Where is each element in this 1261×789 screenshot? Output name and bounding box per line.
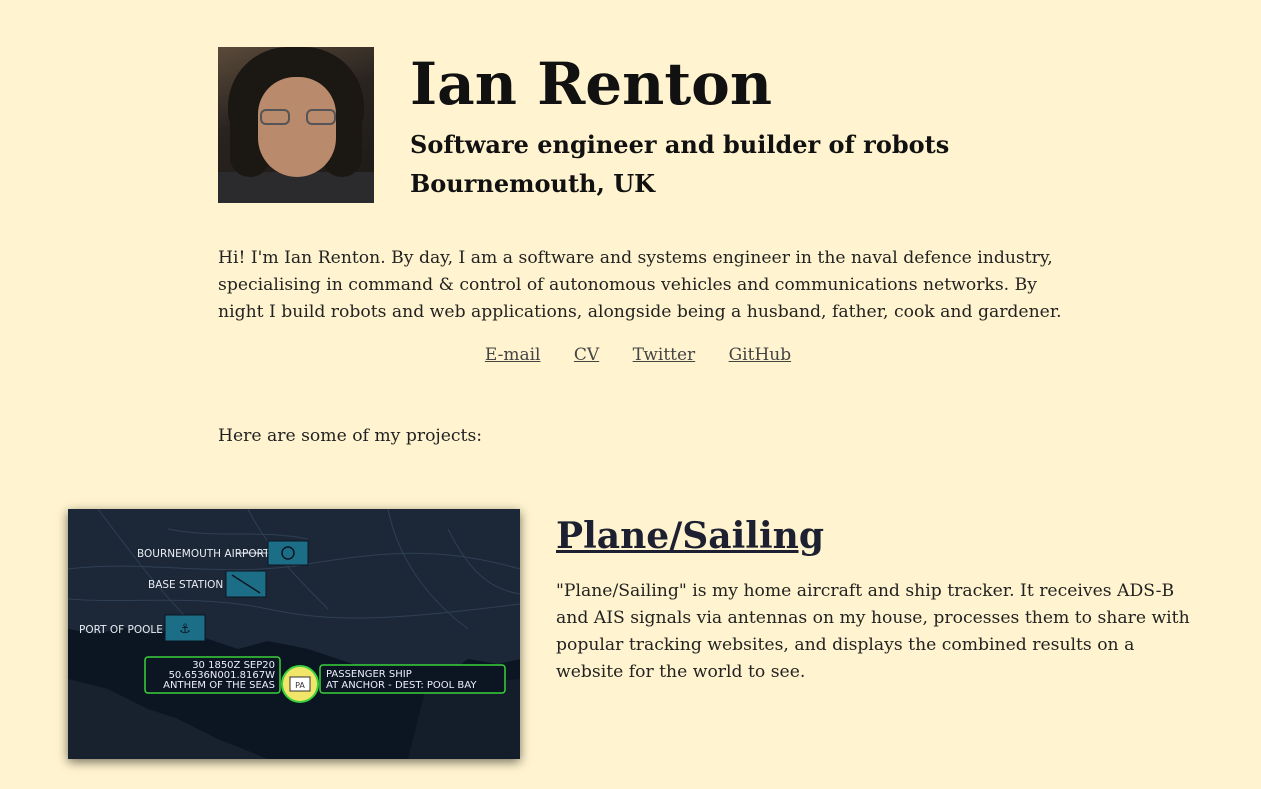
port-label: PORT OF POOLE	[79, 624, 163, 636]
ship-status: AT ANCHOR - DEST: POOL BAY	[326, 680, 477, 691]
plane-sailing-screenshot[interactable]: BOURNEMOUTH AIRPORT BASE STATION PORT OF…	[68, 509, 520, 759]
github-link[interactable]: GitHub	[729, 345, 792, 365]
page-title: Ian Renton	[410, 50, 772, 118]
project-title-link[interactable]: Plane/Sailing	[556, 515, 824, 557]
intro-paragraph: Hi! I'm Ian Renton. By day, I am a softw…	[218, 248, 1062, 322]
tracker-map: BOURNEMOUTH AIRPORT BASE STATION PORT OF…	[68, 509, 520, 759]
twitter-link[interactable]: Twitter	[633, 345, 696, 365]
anchor-icon: ⚓	[179, 622, 191, 637]
airport-label: BOURNEMOUTH AIRPORT	[137, 548, 270, 560]
contact-links: E-mail CV Twitter GitHub	[218, 342, 1058, 368]
ship-type: PASSENGER SHIP	[326, 669, 412, 680]
email-link[interactable]: E-mail	[485, 345, 541, 365]
project-description: "Plane/Sailing" is my home aircraft and …	[556, 581, 1190, 682]
profile-photo	[218, 47, 374, 203]
cv-link[interactable]: CV	[574, 345, 599, 365]
ship-name: ANTHEM OF THE SEAS	[163, 680, 275, 691]
projects-heading: Here are some of my projects:	[218, 426, 483, 446]
tagline: Software engineer and builder of robots	[410, 130, 950, 159]
location: Bournemouth, UK	[410, 169, 655, 198]
base-station-label: BASE STATION	[148, 579, 223, 591]
airport-marker	[267, 540, 309, 566]
ship-symbol-label: PA	[295, 681, 305, 690]
project-title: Plane/Sailing	[556, 512, 824, 560]
